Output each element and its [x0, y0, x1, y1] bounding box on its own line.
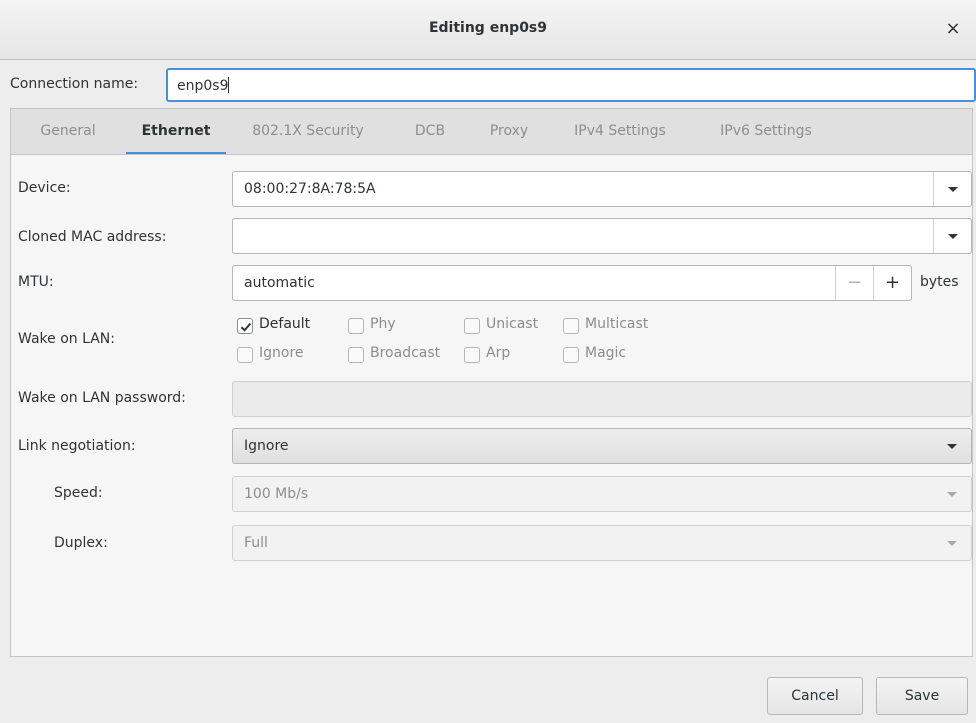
close-icon[interactable]: ×: [942, 18, 964, 40]
cloned-mac-label: Cloned MAC address:: [18, 229, 167, 245]
speed-value: 100 Mb/s: [244, 486, 309, 502]
mtu-value: automatic: [244, 275, 315, 291]
wol-phy-label: Phy: [370, 316, 396, 332]
device-combo[interactable]: 08:00:27:8A:78:5A: [232, 171, 972, 207]
wol-password-input: [232, 381, 972, 417]
chevron-down-icon: [947, 444, 957, 449]
speed-dropdown-button: [933, 477, 971, 511]
wol-magic-label: Magic: [585, 345, 627, 361]
duplex-combo: Full: [232, 525, 972, 561]
checkbox-box: [348, 347, 364, 363]
window-title: Editing enp0s9: [428, 20, 548, 36]
cancel-button[interactable]: Cancel: [767, 677, 863, 715]
tab-ipv6-settings[interactable]: IPv6 Settings: [706, 109, 826, 155]
dialog-footer: Cancel Save: [0, 657, 976, 723]
mtu-decrement-button[interactable]: −: [835, 266, 873, 300]
cloned-mac-dropdown-button[interactable]: [933, 219, 971, 253]
checkbox-box: [237, 318, 253, 334]
ethernet-settings-panel: Device: 08:00:27:8A:78:5A Cloned MAC add…: [10, 154, 973, 657]
checkmark-icon: [240, 322, 252, 332]
checkbox-box: [464, 347, 480, 363]
connection-name-row: Connection name: enp0s9: [0, 60, 976, 108]
speed-label: Speed:: [54, 485, 103, 501]
tab-dcb[interactable]: DCB: [400, 109, 460, 155]
connection-name-label: Connection name:: [10, 76, 139, 92]
tab-proxy[interactable]: Proxy: [478, 109, 540, 155]
chevron-down-icon: [948, 187, 958, 192]
mtu-increment-button[interactable]: +: [873, 266, 911, 300]
title-bar: Editing enp0s9 ×: [0, 0, 976, 60]
chevron-down-icon: [947, 541, 957, 546]
text-cursor: [228, 77, 230, 93]
device-dropdown-button[interactable]: [933, 172, 971, 206]
wol-ignore-label: Ignore: [259, 345, 304, 361]
tab-8021x-security[interactable]: 802.1X Security: [239, 109, 377, 155]
tab-general[interactable]: General: [27, 109, 109, 155]
wol-unicast-label: Unicast: [486, 316, 539, 332]
device-label: Device:: [18, 180, 71, 196]
checkbox-box: [237, 347, 253, 363]
wake-on-lan-label: Wake on LAN:: [18, 331, 115, 347]
wol-password-label: Wake on LAN password:: [18, 390, 186, 406]
cloned-mac-combo[interactable]: [232, 218, 972, 254]
wol-multicast-label: Multicast: [585, 316, 649, 332]
checkbox-box: [563, 318, 579, 334]
mtu-label: MTU:: [18, 274, 54, 290]
link-negotiation-combo[interactable]: Ignore: [232, 428, 972, 464]
link-negotiation-value: Ignore: [244, 438, 289, 454]
save-button[interactable]: Save: [876, 677, 968, 715]
device-value: 08:00:27:8A:78:5A: [244, 181, 376, 197]
checkbox-box: [563, 347, 579, 363]
connection-name-value: enp0s9: [177, 78, 229, 94]
link-negotiation-dropdown-button[interactable]: [933, 429, 971, 463]
tab-ethernet[interactable]: Ethernet: [126, 109, 226, 155]
checkbox-box: [464, 318, 480, 334]
wol-arp-label: Arp: [486, 345, 511, 361]
tab-bar: General Ethernet 802.1X Security DCB Pro…: [10, 108, 973, 155]
duplex-dropdown-button: [933, 526, 971, 560]
link-negotiation-label: Link negotiation:: [18, 438, 136, 454]
wol-broadcast-label: Broadcast: [370, 345, 441, 361]
chevron-down-icon: [948, 234, 958, 239]
tab-ipv4-settings[interactable]: IPv4 Settings: [560, 109, 680, 155]
speed-combo: 100 Mb/s: [232, 476, 972, 512]
chevron-down-icon: [947, 492, 957, 497]
wol-default-label: Default: [259, 316, 311, 332]
duplex-value: Full: [244, 535, 268, 551]
duplex-label: Duplex:: [54, 535, 108, 551]
mtu-unit: bytes: [920, 274, 959, 290]
mtu-spinbutton[interactable]: automatic − +: [232, 265, 912, 301]
connection-name-input[interactable]: enp0s9: [166, 68, 976, 102]
checkbox-box: [348, 318, 364, 334]
